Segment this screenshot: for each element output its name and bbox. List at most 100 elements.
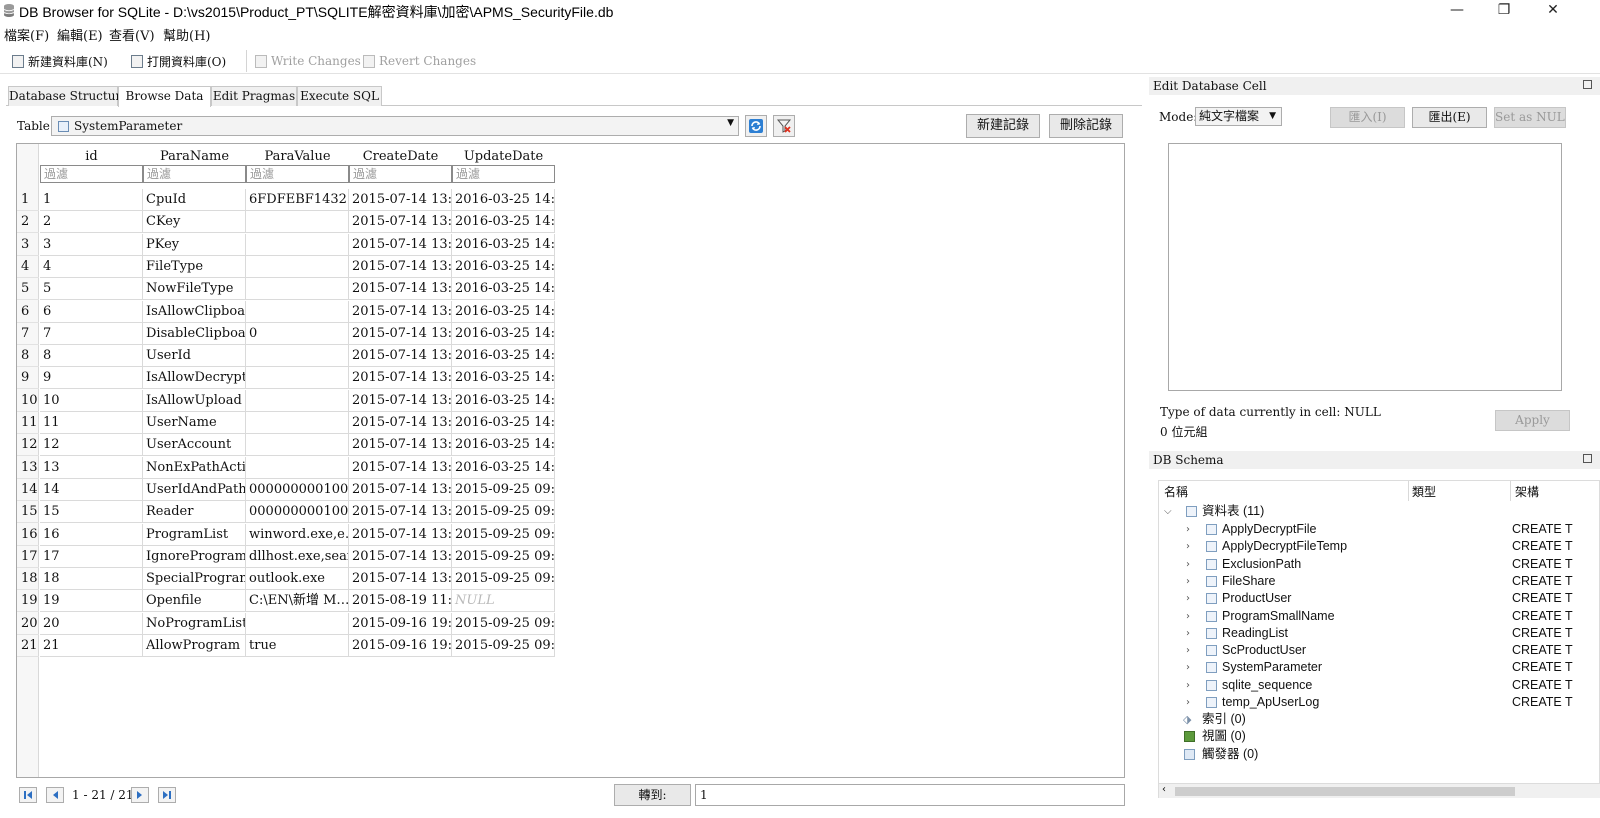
table-cell[interactable]: 19 [40, 590, 143, 612]
table-cell[interactable]: 2015-07-14 13:… [349, 568, 452, 590]
table-cell[interactable]: 2016-03-25 14:… [452, 189, 555, 211]
set-null-button[interactable]: Set as NULL [1494, 107, 1566, 128]
tab-edit-pragmas[interactable]: Edit Pragmas [211, 86, 297, 106]
chevron-right-icon[interactable]: › [1186, 677, 1190, 694]
chevron-right-icon[interactable]: › [1186, 694, 1190, 711]
table-cell[interactable]: 12 [40, 434, 143, 456]
table-cell[interactable] [246, 278, 349, 300]
table-cell[interactable]: 2015-07-14 13:… [349, 524, 452, 546]
table-cell[interactable]: 000000000100… [246, 501, 349, 523]
table-cell[interactable] [246, 256, 349, 278]
table-cell[interactable] [246, 613, 349, 635]
tree-node-table[interactable]: › FileShare [1186, 573, 1506, 590]
table-cell[interactable]: 2015-07-14 13:… [349, 189, 452, 211]
table-cell[interactable]: 14 [40, 479, 143, 501]
table-cell[interactable]: Reader [143, 501, 246, 523]
row-number[interactable]: 9 [17, 367, 39, 389]
new-database-button[interactable]: 新建資料庫(N) [12, 51, 108, 71]
first-page-button[interactable] [19, 787, 37, 803]
table-cell[interactable]: 13 [40, 457, 143, 479]
tree-node-table[interactable]: › ReadingList [1186, 625, 1506, 642]
table-cell[interactable]: IgnoreProgram… [143, 546, 246, 568]
table-cell[interactable]: 2015-09-25 09:… [452, 524, 555, 546]
row-number[interactable]: 15 [17, 501, 39, 523]
table-cell[interactable]: 18 [40, 568, 143, 590]
apply-button[interactable]: Apply [1495, 410, 1570, 431]
table-cell[interactable]: CKey [143, 211, 246, 233]
tree-node-table[interactable]: › sqlite_sequence [1186, 677, 1506, 694]
last-page-button[interactable] [158, 787, 176, 803]
row-number[interactable]: 2 [17, 211, 39, 233]
table-cell[interactable]: 16 [40, 524, 143, 546]
table-cell[interactable]: 2016-03-25 14:… [452, 323, 555, 345]
refresh-button[interactable] [745, 115, 767, 137]
tree-node-views[interactable]: 視圖 (0) [1182, 728, 1382, 745]
table-cell[interactable]: 2015-07-14 13:… [349, 412, 452, 434]
next-page-button[interactable] [131, 787, 149, 803]
write-changes-button[interactable]: Write Changes [255, 51, 361, 71]
column-header-paraname[interactable]: ParaName [143, 149, 246, 165]
table-cell[interactable]: IsAllowClipboard [143, 301, 246, 323]
table-cell[interactable]: 2016-03-25 14:… [452, 211, 555, 233]
tree-node-table[interactable]: › ApplyDecryptFile [1186, 521, 1506, 538]
chevron-right-icon[interactable]: › [1186, 590, 1190, 607]
table-cell[interactable]: 2015-07-14 13:… [349, 345, 452, 367]
row-number[interactable]: 16 [17, 524, 39, 546]
table-cell[interactable]: 2016-03-25 14:… [452, 345, 555, 367]
filter-input-paravalue[interactable]: 過濾 [246, 165, 349, 183]
table-cell[interactable]: 7 [40, 323, 143, 345]
table-cell[interactable]: outlook.exe [246, 568, 349, 590]
table-cell[interactable]: 2016-03-25 14:… [452, 412, 555, 434]
table-cell[interactable] [246, 211, 349, 233]
table-cell[interactable]: PKey [143, 234, 246, 256]
row-number[interactable]: 13 [17, 457, 39, 479]
delete-record-button[interactable]: 刪除記錄 [1049, 114, 1123, 138]
table-cell[interactable]: ProgramList [143, 524, 246, 546]
table-cell[interactable] [246, 301, 349, 323]
table-cell[interactable]: 2015-09-25 09:… [452, 568, 555, 590]
table-cell[interactable]: 2015-07-14 13:… [349, 301, 452, 323]
chevron-right-icon[interactable]: › [1186, 573, 1190, 590]
row-number[interactable]: 8 [17, 345, 39, 367]
previous-page-button[interactable] [46, 787, 64, 803]
tree-node-tables[interactable]: ⌵ 資料表 (11) [1164, 503, 1364, 520]
dock-float-icon[interactable] [1583, 454, 1592, 463]
table-cell[interactable]: 2016-03-25 14:… [452, 301, 555, 323]
tree-node-table[interactable]: › ProductUser [1186, 590, 1506, 607]
tab-database-structure[interactable]: Database Structure [8, 86, 128, 106]
table-cell[interactable]: 2015-07-14 13:… [349, 323, 452, 345]
table-cell[interactable]: winword.exe,e… [246, 524, 349, 546]
table-cell[interactable]: 2015-07-14 13:… [349, 501, 452, 523]
table-cell[interactable]: NowFileType [143, 278, 246, 300]
table-cell[interactable]: IsAllowUpload [143, 390, 246, 412]
table-cell[interactable] [246, 390, 349, 412]
table-cell[interactable]: 2015-09-25 09:… [452, 479, 555, 501]
schema-header-schema[interactable]: 架構 [1515, 483, 1539, 500]
table-cell[interactable]: AllowProgram [143, 635, 246, 657]
table-cell[interactable]: 0 [246, 323, 349, 345]
table-cell[interactable]: 2015-07-14 13:… [349, 546, 452, 568]
table-cell[interactable]: 2015-07-14 13:… [349, 457, 452, 479]
table-cell[interactable]: 2015-07-14 13:… [349, 234, 452, 256]
table-cell[interactable]: 2015-07-14 13:… [349, 211, 452, 233]
goto-button[interactable]: 轉到: [614, 784, 691, 806]
row-number[interactable]: 12 [17, 434, 39, 456]
table-cell[interactable]: 2016-03-25 14:… [452, 234, 555, 256]
schema-header-name[interactable]: 名稱 [1164, 483, 1188, 500]
tree-node-table[interactable]: › ScProductUser [1186, 642, 1506, 659]
chevron-right-icon[interactable]: › [1186, 659, 1190, 676]
table-select[interactable]: SystemParameter ▼ [51, 116, 739, 136]
row-number[interactable]: 11 [17, 412, 39, 434]
clear-filters-button[interactable] [773, 115, 795, 137]
table-cell[interactable]: 2015-07-14 13:… [349, 434, 452, 456]
table-cell[interactable]: 21 [40, 635, 143, 657]
table-cell[interactable]: 2016-03-25 14:… [452, 278, 555, 300]
table-cell[interactable]: 2015-09-25 09:… [452, 501, 555, 523]
schema-header-type[interactable]: 類型 [1412, 483, 1436, 500]
table-cell[interactable] [246, 234, 349, 256]
table-cell[interactable]: SpecialProgram… [143, 568, 246, 590]
table-cell[interactable]: NoProgramList [143, 613, 246, 635]
table-cell[interactable]: 2 [40, 211, 143, 233]
table-cell[interactable]: 4 [40, 256, 143, 278]
table-cell[interactable]: 2016-03-25 14:… [452, 256, 555, 278]
